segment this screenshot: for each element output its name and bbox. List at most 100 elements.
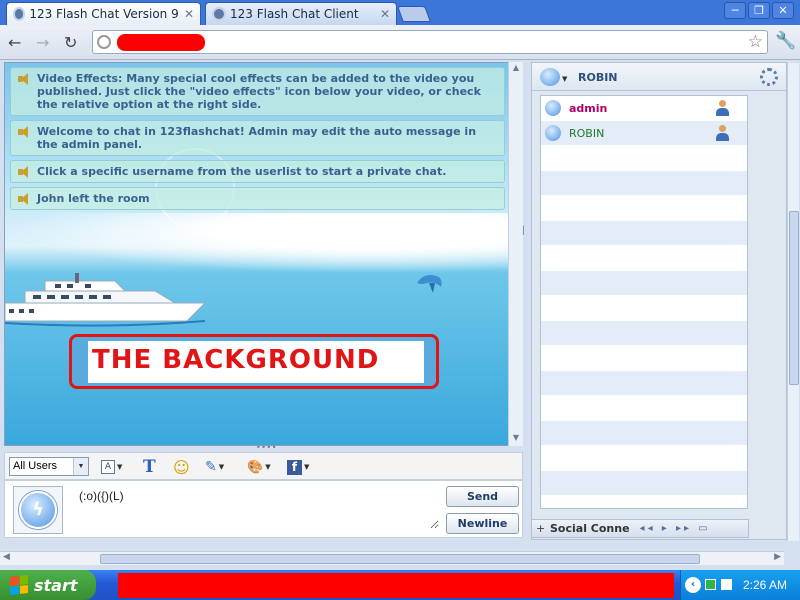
user-avatar[interactable]: ϟ	[13, 486, 63, 534]
chat-message-text: John left the room	[37, 192, 150, 205]
start-label: start	[34, 575, 78, 595]
current-username: ROBIN	[578, 71, 618, 84]
background-label-box: THE BACKGROUND	[69, 334, 439, 389]
chat-message: Video Effects: Many special cool effects…	[10, 67, 505, 116]
empty-row	[541, 371, 747, 396]
scroll-left-arrow-icon[interactable]: ◀	[3, 552, 10, 562]
empty-row	[541, 146, 747, 171]
tray-expand-icon[interactable]: ‹	[685, 577, 701, 593]
user-name: ROBIN	[569, 127, 605, 140]
network-icon[interactable]	[705, 579, 716, 590]
forward-button[interactable]: →	[36, 33, 49, 52]
effects-icon: ✎	[205, 459, 217, 475]
start-button[interactable]: start	[0, 570, 96, 600]
chevron-down-icon: ▼	[265, 463, 271, 471]
user-list-item-admin[interactable]: admin	[541, 96, 747, 121]
scroll-up-arrow-icon[interactable]: ▲	[510, 63, 522, 75]
redacted-url	[117, 34, 205, 51]
window-controls: ─ ❐ ✕	[724, 2, 794, 19]
chat-vertical-scrollbar[interactable]: ▲ ▼	[508, 62, 523, 446]
minimize-button[interactable]: ─	[724, 2, 746, 19]
chat-display-area: Video Effects: Many special cool effects…	[4, 62, 523, 446]
gear-icon[interactable]	[760, 68, 778, 86]
scrollbar-thumb[interactable]	[789, 211, 799, 385]
scroll-down-arrow-icon[interactable]: ▼	[510, 433, 522, 445]
chat-resize-handle[interactable]: • • • •	[256, 443, 276, 452]
chat-logo-icon: ϟ	[19, 491, 57, 529]
recipient-select-value: All Users	[13, 460, 58, 472]
chevron-down-icon: ▼	[117, 463, 123, 471]
empty-row	[541, 346, 747, 371]
tab-close-icon[interactable]: ✕	[184, 7, 194, 21]
chat-message-text: Video Effects: Many special cool effects…	[37, 72, 481, 111]
panel-splitter-handle[interactable]: ▏▕	[523, 226, 535, 248]
speaker-icon	[18, 126, 32, 138]
scrollbar-thumb[interactable]	[100, 554, 700, 564]
user-list-item-robin[interactable]: ROBIN	[541, 121, 747, 146]
text-style-button[interactable]: T	[143, 457, 156, 477]
input-toolbar: All Users ▼ A ▼ T ☺ ✎ ▼ 🎨 ▼ f ▼	[4, 452, 523, 480]
speaker-icon	[18, 73, 32, 85]
page-horizontal-scrollbar[interactable]: ◀ ▶	[0, 551, 784, 565]
text-style-icon: T	[143, 457, 156, 477]
windows-flag-icon	[10, 575, 28, 595]
clock[interactable]: 2:26 AM	[743, 578, 787, 592]
font-size-button[interactable]: A ▼	[101, 458, 122, 476]
tab-close-icon[interactable]: ✕	[380, 7, 390, 21]
address-bar[interactable]: ☆	[92, 30, 768, 54]
browser-toolbar: ← → ↻ ☆ 🔧	[0, 25, 800, 60]
social-bar-controls[interactable]: ◂◂ ▸ ▸▸ ▭	[640, 523, 711, 534]
user-status-icon	[545, 125, 561, 141]
restore-button[interactable]: ❐	[748, 2, 770, 19]
emoticon-icon: ☺	[173, 457, 190, 477]
scroll-right-arrow-icon[interactable]: ▶	[774, 552, 781, 562]
chevron-down-icon: ▼	[304, 463, 310, 471]
emoticon-button[interactable]: ☺	[173, 457, 190, 477]
back-button[interactable]: ←	[8, 33, 21, 52]
color-palette-button[interactable]: 🎨 ▼	[247, 458, 271, 476]
message-input[interactable]: (:o)({)(L)	[79, 489, 439, 529]
chat-message: Click a specific username from the userl…	[10, 160, 505, 183]
social-plus-icon[interactable]: +	[536, 522, 545, 535]
bookmark-star-icon[interactable]: ☆	[748, 32, 763, 52]
chevron-down-icon: ▼	[218, 463, 225, 471]
status-icon[interactable]	[540, 68, 560, 86]
color-palette-icon: 🎨	[247, 459, 264, 475]
dolphin-illustration	[417, 275, 442, 293]
tab-favicon-icon	[13, 7, 26, 21]
tab-flash-chat-client[interactable]: 123 Flash Chat Client ✕	[205, 2, 397, 25]
chat-message: Welcome to chat in 123flashchat! Admin m…	[10, 120, 505, 156]
chat-message: John left the room	[10, 187, 505, 210]
person-icon[interactable]	[715, 125, 729, 141]
facebook-button[interactable]: f ▼	[287, 458, 309, 476]
tab-title: 123 Flash Chat Version 9.2 De	[29, 7, 180, 21]
social-connect-bar[interactable]: + Social Conne ◂◂ ▸ ▸▸ ▭	[531, 519, 749, 538]
newline-button[interactable]: Newline	[446, 513, 519, 534]
person-icon[interactable]	[715, 100, 729, 116]
empty-row	[541, 396, 747, 421]
user-status-icon	[545, 100, 561, 116]
empty-row	[541, 421, 747, 446]
chevron-down-icon[interactable]: ▼	[73, 458, 88, 475]
chevron-down-icon[interactable]: ▼	[562, 75, 567, 83]
user-panel: ▼ ROBIN admin ROBIN	[531, 62, 799, 541]
wrench-menu-icon[interactable]: 🔧	[775, 31, 796, 51]
empty-row	[541, 446, 747, 471]
empty-row	[541, 471, 747, 496]
recipient-select[interactable]: All Users ▼	[9, 457, 89, 476]
background-label-text: THE BACKGROUND	[92, 345, 380, 375]
message-list: Video Effects: Many special cool effects…	[10, 67, 505, 214]
reload-button[interactable]: ↻	[64, 33, 77, 52]
effects-button[interactable]: ✎ ▼	[205, 458, 224, 476]
send-button[interactable]: Send	[446, 486, 519, 507]
speaker-icon	[18, 193, 32, 205]
new-tab-button[interactable]	[397, 6, 431, 22]
empty-row	[541, 246, 747, 271]
tab-flash-chat-demo[interactable]: 123 Flash Chat Version 9.2 De ✕	[6, 2, 201, 25]
facebook-icon: f	[287, 459, 302, 475]
page-vertical-scrollbar[interactable]	[787, 63, 799, 541]
volume-icon[interactable]	[721, 579, 732, 590]
speaker-icon	[18, 166, 32, 178]
close-window-button[interactable]: ✕	[772, 2, 794, 19]
empty-row	[541, 196, 747, 221]
